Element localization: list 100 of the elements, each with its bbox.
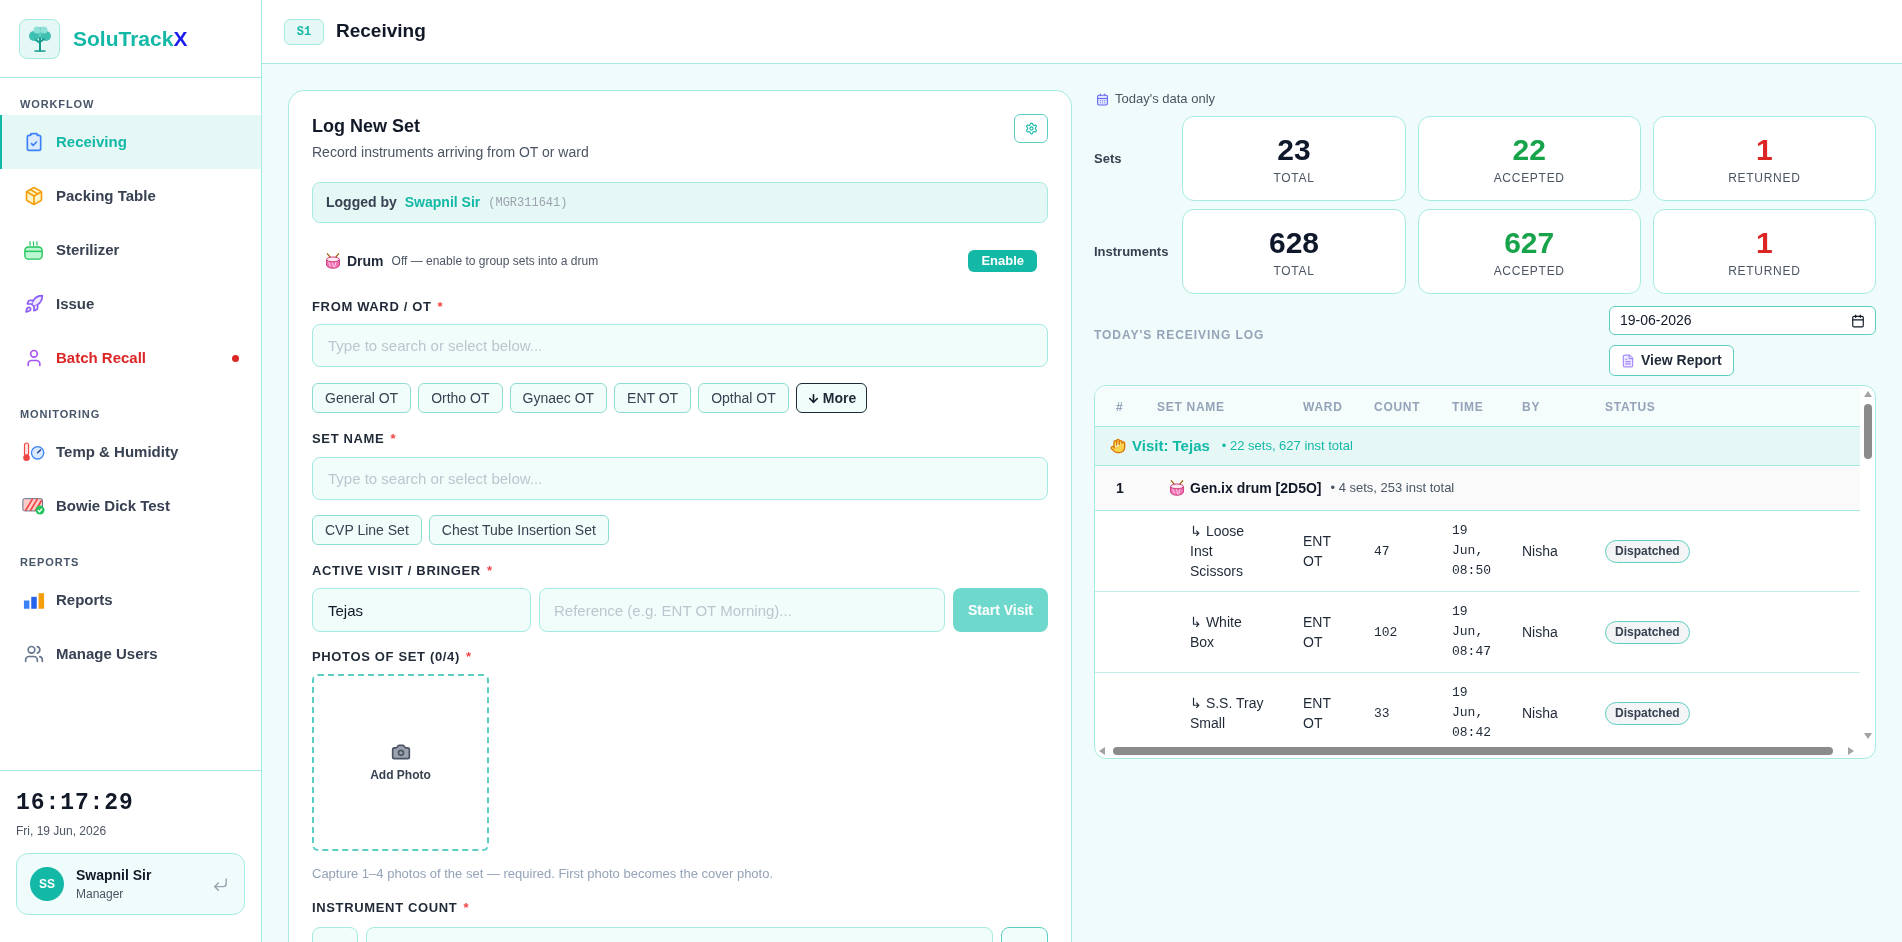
required-mark: *	[390, 430, 396, 449]
scroll-right-icon[interactable]	[1848, 746, 1854, 755]
ward-chip[interactable]: General OT	[312, 383, 412, 413]
section-heading: REPORTS	[20, 554, 80, 570]
waving-hand-icon	[1110, 438, 1126, 454]
row-label: Sets	[1094, 149, 1122, 168]
column-header: STATUS	[1605, 400, 1656, 414]
bringer-field[interactable]: Tejas	[312, 588, 531, 632]
field-label: ACTIVE VISIT / BRINGER	[312, 562, 481, 581]
stat-label: ACCEPTED	[1493, 262, 1565, 279]
rocket-icon	[23, 294, 44, 314]
stat-label: RETURNED	[1728, 169, 1801, 186]
avatar: SS	[30, 867, 64, 901]
table-cell: 102	[1374, 625, 1398, 640]
scrollbar-thumb[interactable]	[1113, 746, 1833, 755]
row-label: Instruments	[1094, 242, 1169, 261]
scroll-down-icon[interactable]	[1863, 733, 1872, 739]
thermometer-gauge-icon	[22, 442, 45, 462]
row-number: 1	[1116, 478, 1125, 498]
section-heading: WORKFLOW	[20, 96, 95, 112]
visit-name: Visit: Tejas	[1132, 435, 1210, 456]
more-button[interactable]: More	[795, 383, 868, 413]
table-cell: Nisha	[1522, 543, 1558, 559]
user-name: Swapnil Sir	[76, 866, 153, 884]
required-mark: *	[437, 298, 443, 317]
status-badge: Dispatched	[1605, 701, 1690, 725]
stat-label: RETURNED	[1728, 262, 1801, 279]
column-header: BY	[1522, 400, 1541, 414]
stat-label: TOTAL	[1273, 169, 1315, 186]
field-label: PHOTOS OF SET (0/4)	[312, 648, 460, 667]
user-role: Manager	[76, 886, 125, 902]
box-icon	[23, 186, 44, 206]
visit-summary: • 22 sets, 627 inst total	[1221, 437, 1353, 456]
stat-value: 1	[1756, 131, 1773, 168]
clock-date: Fri, 19 Jun, 2026	[16, 823, 108, 840]
table-cell: 33	[1374, 706, 1390, 721]
striped-card-icon	[22, 497, 45, 515]
required-mark: *	[486, 562, 492, 581]
table-cell-text: 19 Jun, 08:47	[1452, 603, 1492, 661]
group-summary: • 4 sets, 253 inst total	[1330, 479, 1455, 498]
data-scope-note: Today's data only	[1115, 90, 1216, 109]
set-chip[interactable]: Chest Tube Insertion Set	[428, 515, 609, 545]
table-cell-text: ENT OT	[1303, 613, 1332, 652]
group-name: Gen.ix drum [2D5O]	[1190, 478, 1322, 498]
arrow-down-icon	[806, 391, 820, 405]
stat-value: 1	[1756, 224, 1773, 261]
ward-chip[interactable]: Opthal OT	[698, 383, 789, 413]
field-label: SET NAME	[312, 430, 385, 449]
ward-chip[interactable]: ENT OT	[614, 383, 692, 413]
scroll-up-icon[interactable]	[1863, 391, 1872, 397]
table-cell-text: ↳ S.S. Tray Small	[1190, 694, 1265, 733]
status-badge: Dispatched	[1605, 620, 1690, 644]
settings-button[interactable]	[1014, 114, 1048, 143]
page-title: Receiving	[336, 19, 426, 44]
stat-label: ACCEPTED	[1493, 169, 1565, 186]
ward-chip[interactable]: Gynaec OT	[509, 383, 608, 413]
required-mark: *	[463, 899, 469, 918]
column-header: #	[1116, 400, 1124, 414]
logged-by-name: Swapnil Sir	[404, 193, 481, 212]
return-arrow-icon	[211, 875, 229, 893]
view-report-button[interactable]: View Report	[1609, 345, 1734, 376]
logged-by-label: Logged by	[326, 193, 397, 212]
calendar-icon	[1096, 92, 1109, 106]
table-cell-text: ENT OT	[1303, 532, 1332, 571]
stat-value: 628	[1268, 224, 1320, 261]
column-header: SET NAME	[1157, 400, 1225, 414]
table-cell-text: 19 Jun, 08:42	[1452, 684, 1492, 742]
card-subtitle: Record instruments arriving from OT or ward	[312, 143, 589, 162]
status-badge: Dispatched	[1605, 539, 1690, 563]
clock-time: 16:17:29	[16, 789, 135, 818]
set-chip[interactable]: CVP Line Set	[312, 515, 422, 545]
bar-chart-icon	[22, 591, 45, 609]
table-cell-text: ENT OT	[1303, 694, 1332, 733]
table-cell-text: ↳ Loose Inst Scissors	[1190, 522, 1246, 581]
user-code: (MGR311641)	[488, 194, 568, 212]
date-field[interactable]: 19-06-2026	[1609, 306, 1876, 335]
drum-label: Drum	[347, 251, 384, 271]
ward-chip[interactable]: Ortho OT	[418, 383, 503, 413]
section-heading: TODAY'S RECEIVING LOG	[1094, 327, 1265, 344]
drum-group-row[interactable]: 1 Gen.ix drum [2D5O] • 4 sets, 253 inst total	[1095, 466, 1860, 511]
table-cell: Nisha	[1522, 705, 1558, 721]
field-label: INSTRUMENT COUNT	[312, 899, 458, 918]
column-header: COUNT	[1374, 400, 1421, 414]
add-photo-button[interactable]: Add Photo	[312, 674, 489, 851]
drum-icon	[1169, 480, 1185, 496]
column-header: WARD	[1303, 400, 1343, 414]
stat-value: 23	[1277, 131, 1311, 168]
stat-label: TOTAL	[1273, 262, 1315, 279]
calendar-icon	[1851, 313, 1865, 328]
photo-hint: Capture 1–4 photos of the set — required. First photo becomes the cover photo.	[312, 865, 775, 883]
scroll-left-icon[interactable]	[1099, 746, 1105, 755]
settings-icon	[1024, 122, 1038, 135]
app-name: SoluTrackX	[73, 25, 188, 52]
document-icon	[1621, 353, 1635, 368]
scrollbar-thumb[interactable]	[1863, 404, 1872, 459]
section-heading: MONITORING	[20, 406, 101, 422]
table-cell: Nisha	[1522, 624, 1558, 640]
cooking-pot-icon	[23, 240, 44, 260]
column-header: TIME	[1452, 400, 1484, 414]
users-icon	[23, 644, 44, 664]
